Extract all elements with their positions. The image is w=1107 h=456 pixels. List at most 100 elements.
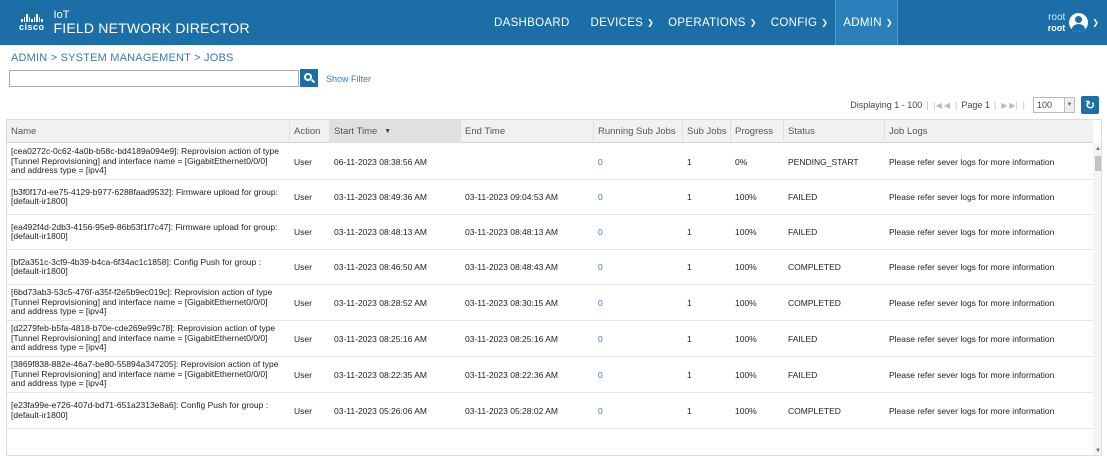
scroll-down-icon[interactable]: ▼: [1095, 448, 1101, 454]
cell-action: User: [294, 297, 312, 308]
cell-end: 03-11-2023 08:30:15 AM: [465, 297, 558, 308]
col-sub-jobs[interactable]: Sub Jobs: [683, 120, 731, 143]
next-page-icon[interactable]: ▶: [1001, 101, 1007, 110]
main-nav: DASHBOARD DEVICES ❯ OPERATIONS ❯ CONFIG ❯ A…: [487, 0, 899, 45]
cell-sub: 1: [687, 156, 692, 167]
user-menu[interactable]: root root ❯: [1048, 0, 1099, 45]
refresh-button[interactable]: ↻: [1081, 96, 1099, 114]
table-row[interactable]: [e23fa99e-e726-407d-bd71-651a2313e8a6]: …: [7, 393, 1093, 429]
search-button[interactable]: [300, 69, 318, 87]
cell-start: 03-11-2023 08:48:13 AM: [334, 227, 427, 237]
table-row[interactable]: [bf2a351c-3cf9-4b39-b4ca-6f34ac1c1858]: …: [7, 250, 1093, 285]
col-action[interactable]: Action: [290, 120, 330, 143]
brand[interactable]: cisco IoT FIELD NETWORK DIRECTOR: [0, 10, 480, 36]
table-row[interactable]: [ea492f4d-2db3-4156-95e9-86b53f1f7c47]: …: [7, 215, 1093, 250]
show-filter-link[interactable]: Show Filter: [326, 74, 371, 84]
cell-name: [bf2a351c-3cf9-4b39-b4ca-6f34ac1c1858]: …: [11, 256, 261, 276]
cell-action: User: [294, 227, 312, 237]
cell-logs: Please refer sever logs for more informa…: [889, 192, 1055, 202]
col-progress[interactable]: Progress: [731, 120, 784, 143]
cisco-logo: cisco: [19, 13, 45, 32]
nav-dashboard[interactable]: DASHBOARD: [487, 0, 584, 45]
table-row[interactable]: [6bd73ab3-53c5-476f-a35f-f2e5b9ec019c]: …: [7, 285, 1093, 321]
nav-admin[interactable]: ADMIN ❯: [835, 0, 899, 45]
jobs-table: Name Action Start Time ▼ End Time Running…: [6, 119, 1102, 456]
page-size-select[interactable]: 100: [1033, 97, 1065, 113]
cell-start: 03-11-2023 08:28:52 AM: [334, 297, 427, 308]
cell-start: 06-11-2023 08:38:56 AM: [334, 156, 427, 167]
col-job-logs[interactable]: Job Logs: [885, 120, 1093, 143]
cell-name: [3869f838-882e-46a7-be80-55894a347205]: …: [11, 359, 279, 389]
cell-action: User: [294, 192, 312, 202]
cell-running[interactable]: 0: [594, 250, 683, 284]
cell-end: [461, 144, 594, 179]
cell-end: 03-11-2023 08:22:36 AM: [465, 369, 558, 380]
cell-logs: Please refer sever logs for more informa…: [889, 297, 1055, 308]
nav-devices-label: DEVICES: [590, 16, 644, 29]
col-start-time[interactable]: Start Time ▼: [330, 120, 461, 143]
cell-action: User: [294, 369, 312, 380]
chevron-down-icon[interactable]: ❯: [1092, 18, 1099, 27]
cell-name: [cea0272c-0c62-4a0b-b58c-bd4189a094e9]: …: [11, 146, 279, 176]
col-name[interactable]: Name: [7, 120, 290, 143]
cell-logs: Please refer sever logs for more informa…: [889, 333, 1055, 344]
cell-logs: Please refer sever logs for more informa…: [889, 156, 1055, 167]
nav-devices[interactable]: DEVICES ❯: [584, 0, 662, 45]
cell-sub: 1: [687, 405, 692, 416]
cell-running[interactable]: 0: [594, 393, 683, 428]
chevron-down-icon: ❯: [821, 18, 829, 27]
displaying-count: Displaying 1 - 100: [850, 100, 923, 110]
table-row[interactable]: [b3f0f17d-ee75-4129-b977-6288faad9532]: …: [7, 180, 1093, 215]
col-end-time[interactable]: End Time: [461, 120, 594, 143]
table-row[interactable]: [3869f838-882e-46a7-be80-55894a347205]: …: [7, 357, 1093, 393]
cell-name: [6bd73ab3-53c5-476f-a35f-f2e5b9ec019c]: …: [11, 287, 273, 317]
cell-sub: 1: [687, 192, 692, 202]
search-input[interactable]: [9, 70, 299, 87]
cell-status: FAILED: [788, 192, 818, 202]
chevron-down-icon: ❯: [647, 18, 655, 27]
last-page-icon[interactable]: ▶|: [1009, 101, 1017, 110]
cell-start: 03-11-2023 08:46:50 AM: [334, 262, 427, 272]
scrollbar-thumb[interactable]: [1095, 156, 1101, 171]
cell-action: User: [294, 262, 312, 272]
nav-config[interactable]: CONFIG ❯: [764, 0, 836, 45]
cell-progress: 100%: [735, 333, 757, 344]
refresh-icon: ↻: [1084, 98, 1096, 112]
vertical-scrollbar[interactable]: ▲ ▼: [1093, 143, 1101, 455]
cell-running[interactable]: 0: [594, 285, 683, 320]
user-avatar-icon[interactable]: [1069, 13, 1089, 32]
prev-page-icon[interactable]: ◀: [944, 101, 950, 110]
cell-end: 03-11-2023 05:28:02 AM: [465, 405, 558, 416]
cell-logs: Please refer sever logs for more informa…: [889, 262, 1055, 272]
table-row[interactable]: [d2279feb-b5fa-4818-b70e-cde269e99c78]: …: [7, 321, 1093, 357]
cell-start: 03-11-2023 08:49:36 AM: [334, 192, 427, 202]
cell-status: COMPLETED: [788, 405, 841, 416]
col-running-sub-jobs[interactable]: Running Sub Jobs: [594, 120, 683, 143]
table-row[interactable]: [cea0272c-0c62-4a0b-b58c-bd4189a094e9]: …: [7, 144, 1093, 180]
cell-running[interactable]: 0: [594, 215, 683, 249]
table-header: Name Action Start Time ▼ End Time Running…: [7, 120, 1093, 143]
page-size-dropdown-icon[interactable]: ▼: [1065, 97, 1075, 113]
cisco-wordmark: cisco: [19, 21, 45, 32]
cell-running[interactable]: 0: [594, 180, 683, 214]
nav-operations[interactable]: OPERATIONS ❯: [661, 0, 764, 45]
cell-sub: 1: [687, 262, 692, 272]
sort-desc-icon: ▼: [384, 128, 392, 135]
scroll-up-icon[interactable]: ▲: [1095, 146, 1101, 152]
cell-status: FAILED: [788, 369, 818, 380]
first-page-icon[interactable]: |◀: [934, 101, 942, 110]
chevron-down-icon: ❯: [885, 18, 893, 27]
breadcrumb: ADMIN > SYSTEM MANAGEMENT > JOBS: [11, 52, 234, 64]
cell-progress: 100%: [735, 192, 757, 202]
cell-logs: Please refer sever logs for more informa…: [889, 369, 1055, 380]
cell-progress: 100%: [735, 405, 757, 416]
col-status[interactable]: Status: [784, 120, 885, 143]
user-role: root: [1047, 22, 1066, 33]
cell-progress: 0%: [735, 156, 748, 167]
cell-status: FAILED: [788, 333, 818, 344]
cell-running[interactable]: 0: [594, 357, 683, 392]
cell-running[interactable]: 0: [594, 144, 683, 179]
cell-running[interactable]: 0: [594, 321, 683, 356]
col-start-time-label: Start Time: [334, 126, 378, 137]
cell-end: 03-11-2023 09:04:53 AM: [465, 192, 558, 202]
